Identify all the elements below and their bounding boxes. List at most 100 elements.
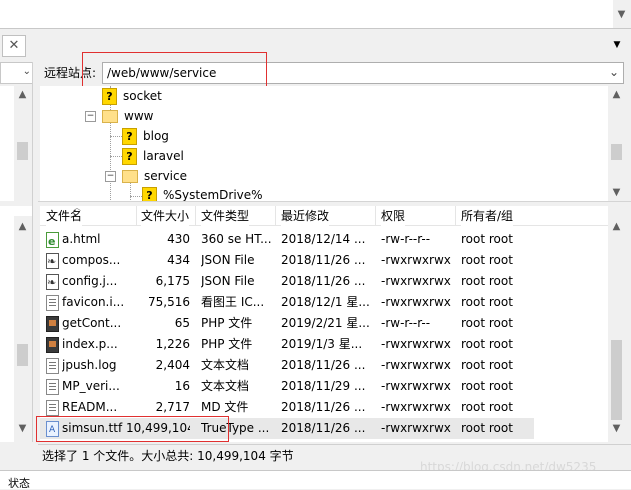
scroll-up-arrow-icon[interactable]: ▲	[14, 218, 31, 235]
table-row[interactable]: getCont... 65 PHP 文件 2019/2/21 星... -rw-r--r…	[40, 313, 534, 334]
tab-list-dropdown-icon[interactable]: ▼	[610, 38, 624, 52]
ico-file-icon	[46, 295, 59, 311]
php-file-icon	[46, 337, 59, 353]
md-file-icon	[46, 400, 59, 416]
scroll-thumb[interactable]	[17, 344, 28, 366]
table-row[interactable]: compos... 434 JSON File 2018/11/26 ... -rwxr…	[40, 250, 534, 272]
file-permissions: -rw-r--r--	[381, 316, 431, 330]
local-file-list	[0, 226, 14, 442]
tree-item-service[interactable]: service	[122, 167, 187, 185]
tree-item-laravel[interactable]: ? laravel	[122, 147, 184, 165]
json-file-icon	[46, 251, 59, 272]
file-type: MD 文件	[201, 400, 249, 414]
table-row[interactable]: favicon.i... 75,516 看图王 IC... 2018/12/1 星..…	[40, 292, 534, 313]
column-header-owner[interactable]: 所有者/组	[461, 206, 514, 226]
column-header-modified[interactable]: 最近修改	[281, 206, 330, 226]
file-type: PHP 文件	[201, 316, 253, 330]
close-tab-button[interactable]: ✕	[2, 35, 26, 57]
table-row[interactable]: jpush.log 2,404 文本文档 2018/11/26 ... -rwxrwxr…	[40, 355, 534, 376]
local-list-scrollbar[interactable]: ▲ ▼	[14, 216, 32, 442]
top-log-scrollbar[interactable]: ▼	[613, 0, 631, 28]
collapse-icon[interactable]: −	[85, 111, 96, 122]
collapse-icon[interactable]: −	[105, 171, 116, 182]
file-name: getCont...	[62, 316, 122, 330]
tree-item-blog[interactable]: ? blog	[122, 127, 169, 145]
file-owner: root root	[461, 316, 513, 330]
question-icon: ?	[142, 187, 157, 201]
scroll-up-arrow-icon[interactable]: ▲	[14, 86, 31, 103]
pane-splitter[interactable]	[32, 62, 39, 442]
html-file-icon	[46, 231, 59, 252]
file-permissions: -rwxrwxrwx	[381, 295, 451, 309]
folder-icon	[102, 110, 118, 123]
scroll-down-arrow-icon[interactable]: ▼	[613, 6, 630, 23]
table-row[interactable]: MP_veri... 16 文本文档 2018/11/29 ... -rwxrwxrwx…	[40, 376, 534, 397]
file-type: 360 se HT...	[201, 232, 272, 246]
file-size: 2,717	[155, 400, 190, 414]
file-modified: 2018/11/26 ...	[281, 400, 366, 414]
tree-item-label: %SystemDrive%	[163, 188, 263, 201]
scroll-up-arrow-icon[interactable]: ▲	[608, 218, 625, 235]
table-row[interactable]: config.j... 6,175 JSON File 2018/11/26 ... -…	[40, 271, 534, 293]
status-tab-label[interactable]: 状态	[8, 478, 30, 490]
column-header-size[interactable]: 文件大小	[141, 206, 190, 226]
remote-tree-scrollbar[interactable]: ▲ ▼	[608, 86, 626, 201]
file-permissions: -rw-r--r--	[381, 232, 431, 246]
file-permissions: -rwxrwxrwx	[381, 379, 451, 393]
php-file-icon	[46, 316, 59, 332]
scroll-down-arrow-icon[interactable]: ▼	[608, 184, 625, 201]
file-owner: root root	[461, 379, 513, 393]
tree-item-label: socket	[123, 89, 162, 103]
file-type: JSON File	[201, 274, 255, 288]
column-header-permissions[interactable]: 权限	[381, 206, 406, 226]
tree-item-label: laravel	[143, 149, 184, 163]
scroll-thumb[interactable]	[611, 144, 622, 160]
scroll-thumb[interactable]	[611, 340, 622, 420]
file-size: 2,404	[155, 358, 190, 372]
file-modified: 2019/2/21 星...	[281, 316, 370, 330]
file-permissions: -rwxrwxrwx	[381, 253, 451, 267]
text-file-icon	[46, 358, 59, 374]
file-permissions: -rwxrwxrwx	[381, 400, 451, 414]
file-modified: 2018/11/26 ...	[281, 274, 366, 288]
bottom-panel	[0, 470, 631, 489]
scroll-down-arrow-icon[interactable]: ▼	[608, 420, 625, 437]
scroll-down-arrow-icon[interactable]: ▼	[14, 420, 31, 437]
file-owner: root root	[461, 253, 513, 267]
question-icon: ?	[122, 128, 137, 145]
table-row[interactable]: a.html 430 360 se HT... 2018/12/14 ... -rw-r…	[40, 229, 534, 252]
file-owner: root root	[461, 274, 513, 288]
file-type: 看图王 IC...	[201, 295, 265, 309]
folder-icon	[122, 170, 138, 183]
file-modified: 2018/12/1 星...	[281, 295, 370, 309]
text-file-icon	[46, 379, 59, 395]
tree-item-systemdrive[interactable]: ? %SystemDrive%	[142, 186, 263, 201]
file-permissions: -rwxrwxrwx	[381, 274, 451, 288]
scroll-thumb[interactable]	[17, 142, 28, 160]
file-name: a.html	[62, 232, 101, 246]
question-icon: ?	[122, 148, 137, 165]
file-name: READM...	[62, 400, 118, 414]
chevron-down-icon[interactable]: ⌄	[609, 65, 619, 79]
file-size: 434	[167, 253, 190, 267]
column-header-type[interactable]: 文件类型	[201, 206, 250, 226]
top-log-panel	[0, 0, 613, 28]
file-name: index.p...	[62, 337, 118, 351]
file-size: 75,516	[148, 295, 190, 309]
local-tree-scrollbar[interactable]: ▲	[14, 86, 32, 201]
file-permissions: -rwxrwxrwx	[381, 421, 451, 435]
json-file-icon	[46, 272, 59, 293]
scroll-up-arrow-icon[interactable]: ▲	[608, 86, 625, 103]
tree-item-label: www	[124, 109, 154, 123]
file-size: 65	[174, 316, 190, 330]
tree-item-www[interactable]: www	[102, 107, 153, 125]
tree-item-socket[interactable]: ? socket	[102, 87, 162, 105]
table-row[interactable]: READM... 2,717 MD 文件 2018/11/26 ... -rwxrwxr…	[40, 397, 534, 418]
table-row[interactable]: index.p... 1,226 PHP 文件 2019/1/3 星... -rwxrw…	[40, 334, 534, 355]
file-name: favicon.i...	[62, 295, 125, 309]
remote-list-scrollbar[interactable]: ▲ ▼	[608, 206, 626, 442]
file-modified: 2018/11/26 ...	[281, 421, 366, 435]
file-size: 16	[174, 379, 190, 393]
question-icon: ?	[102, 88, 117, 105]
file-type: 文本文档	[201, 358, 250, 372]
